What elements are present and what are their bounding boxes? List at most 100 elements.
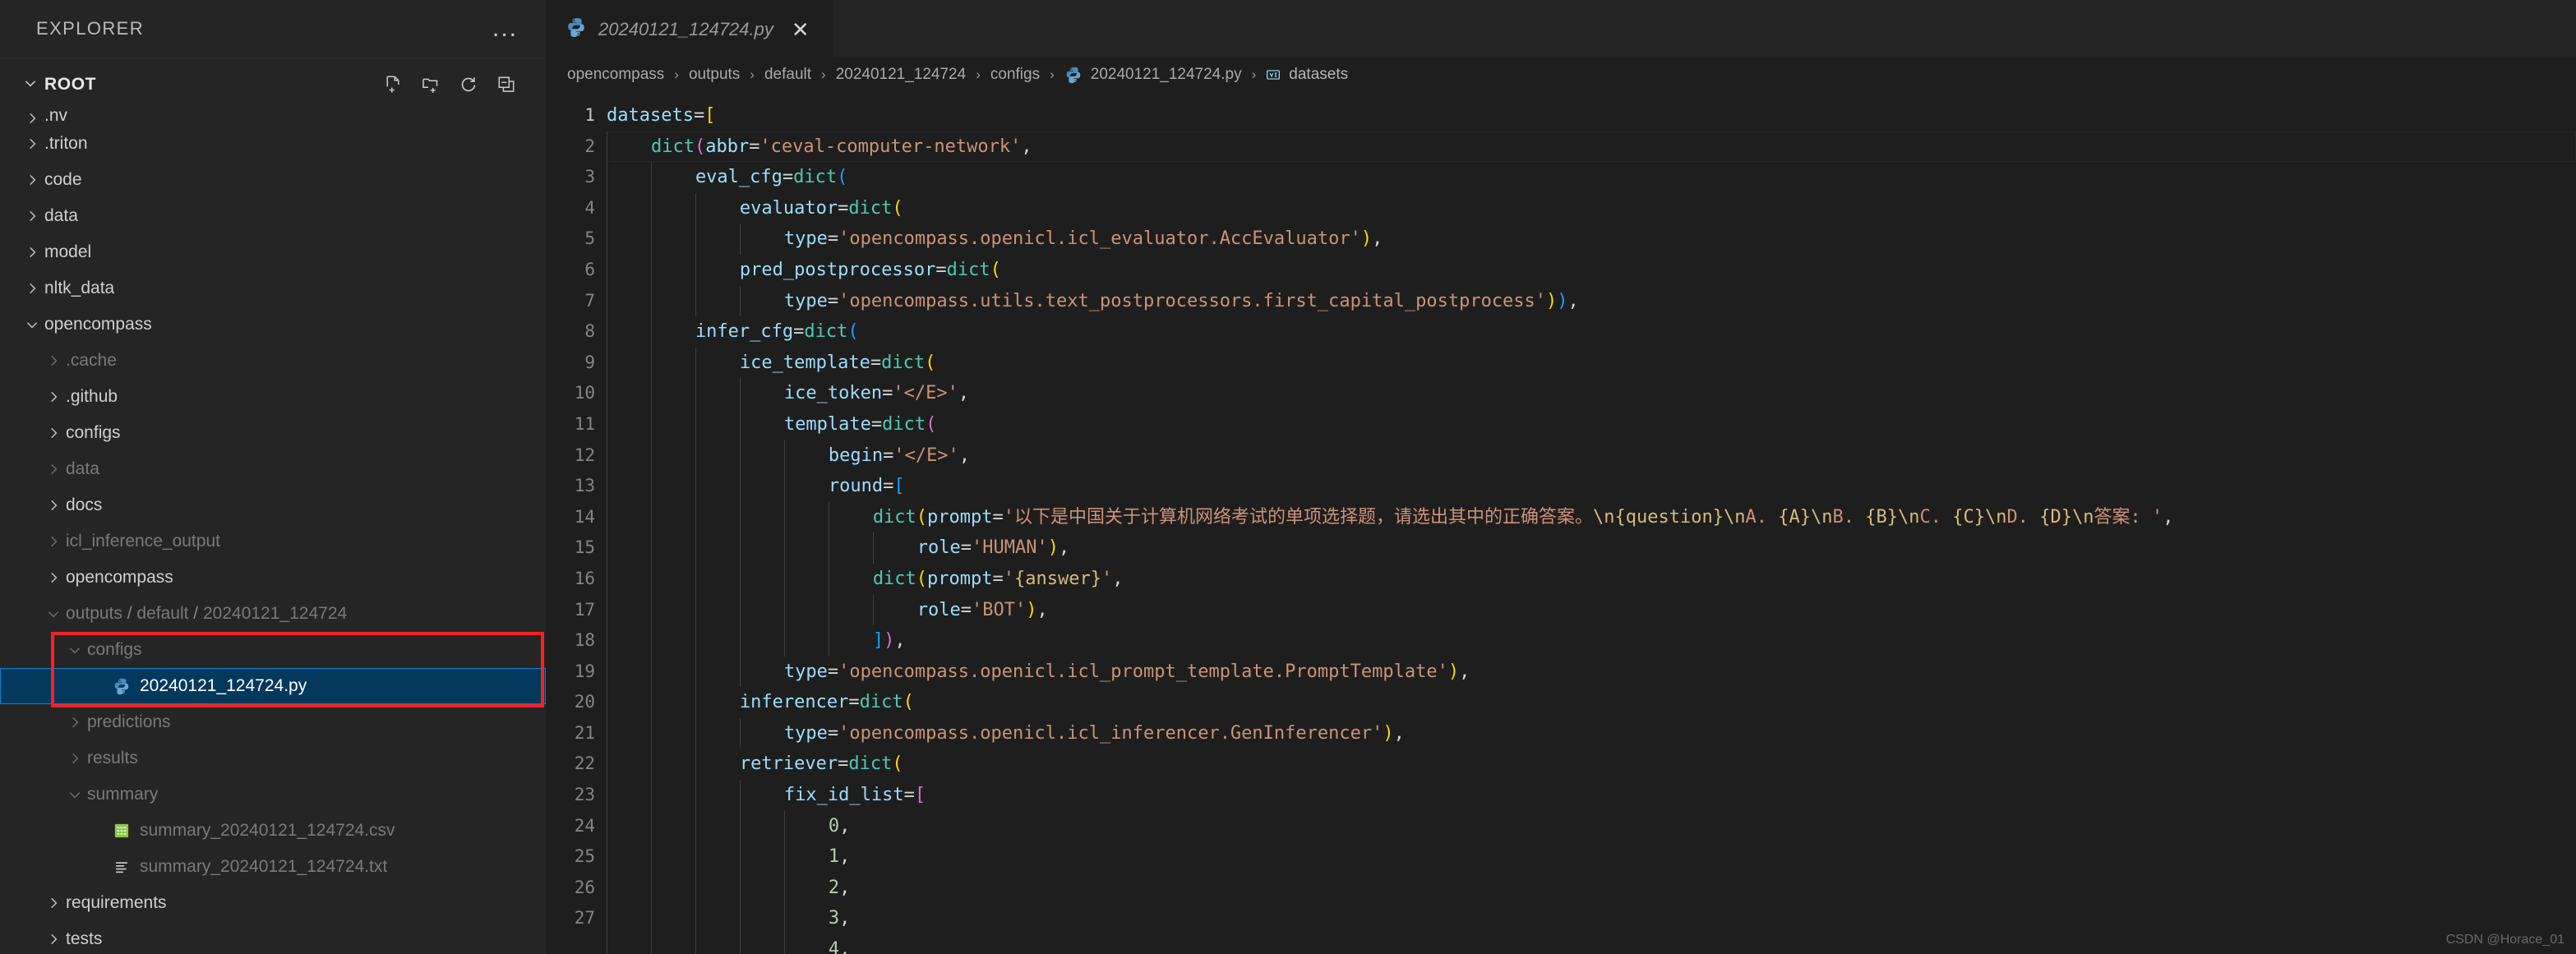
chevron-right-icon[interactable] (20, 173, 44, 187)
chevron-right-icon[interactable] (62, 715, 87, 730)
file-tree-item[interactable]: configs (0, 415, 546, 451)
code-line[interactable]: ice_token='</E>', (607, 378, 2576, 409)
chevron-right-icon[interactable] (41, 896, 66, 910)
chevron-right-icon[interactable] (20, 209, 44, 224)
editor-tab[interactable]: 20240121_124724.py ✕ (546, 0, 833, 58)
file-tree-item[interactable]: .cache (0, 343, 546, 379)
chevron-right-icon[interactable] (20, 245, 44, 260)
file-tree-item[interactable]: outputs / default / 20240121_124724 (0, 596, 546, 632)
code-line[interactable]: ice_template=dict( (607, 347, 2576, 379)
file-tree-item[interactable]: code (0, 162, 546, 198)
code-line[interactable]: type='opencompass.utils.text_postprocess… (607, 285, 2576, 317)
chevron-right-icon[interactable] (20, 136, 44, 151)
file-tree-item[interactable]: icl_inference_output (0, 523, 546, 560)
file-tree-item[interactable]: model (0, 234, 546, 270)
chevron-down-icon[interactable] (62, 643, 87, 657)
file-tree-item[interactable]: nltk_data (0, 270, 546, 306)
file-tree-item[interactable]: summary_20240121_124724.csv (0, 813, 546, 849)
code-line[interactable]: dict(prompt='{answer}', (607, 563, 2576, 595)
code-line[interactable]: inferencer=dict( (607, 687, 2576, 718)
explorer-title: EXPLORER (36, 18, 145, 39)
code-line[interactable]: type='opencompass.openicl.icl_inferencer… (607, 717, 2576, 749)
file-tree[interactable]: .nv .triton code data model nltk_data opencomp… (0, 111, 546, 954)
code-line[interactable]: role='BOT'), (607, 594, 2576, 626)
chevron-right-icon[interactable] (20, 111, 44, 126)
collapse-all-icon[interactable] (496, 75, 516, 94)
code-line[interactable]: type='opencompass.openicl.icl_evaluator.… (607, 224, 2576, 255)
code-line[interactable]: 2, (607, 872, 2576, 904)
chevron-right-icon[interactable] (41, 534, 66, 549)
chevron-right-icon[interactable] (62, 751, 87, 766)
code-line[interactable]: eval_cfg=dict( (607, 162, 2576, 193)
file-tree-item[interactable]: tests (0, 921, 546, 954)
chevron-right-icon[interactable] (41, 570, 66, 585)
explorer-overflow-icon[interactable]: ... (492, 16, 518, 41)
breadcrumb-item[interactable]: 20240121_124724.py (1064, 66, 1242, 84)
file-tree-item[interactable]: summary (0, 777, 546, 813)
file-tree-item[interactable]: docs (0, 487, 546, 523)
file-tree-item[interactable]: data (0, 451, 546, 487)
file-tree-item[interactable]: data (0, 198, 546, 234)
code-line[interactable]: 3, (607, 903, 2576, 935)
code-line[interactable]: fix_id_list=[ (607, 780, 2576, 811)
file-tree-item-selected[interactable]: 20240121_124724.py (0, 668, 546, 704)
chevron-down-icon[interactable] (62, 787, 87, 802)
breadcrumb-item[interactable]: 20240121_124724 (836, 66, 967, 84)
breadcrumb[interactable]: opencompass › outputs › default › 20240121_124… (546, 58, 2576, 92)
code-line[interactable]: evaluator=dict( (607, 192, 2576, 224)
line-number: 18 (574, 630, 595, 651)
file-tree-item-label: results (87, 749, 138, 767)
new-file-icon[interactable] (383, 75, 403, 94)
chevron-down-icon (16, 76, 44, 94)
file-tree-item-label: requirements (66, 893, 167, 912)
file-tree-item[interactable]: .triton (0, 126, 546, 162)
file-tree-item[interactable]: .github (0, 379, 546, 415)
refresh-icon[interactable] (459, 75, 478, 94)
chevron-down-icon[interactable] (41, 606, 66, 621)
code-line[interactable]: datasets=[ (607, 100, 2576, 163)
line-number: 21 (574, 722, 595, 743)
chevron-right-icon[interactable] (41, 353, 66, 368)
code-line[interactable]: template=dict( (607, 408, 2576, 440)
chevron-right-icon[interactable] (41, 498, 66, 513)
chevron-down-icon[interactable] (20, 317, 44, 332)
file-tree-item[interactable]: predictions (0, 704, 546, 740)
code-line[interactable]: infer_cfg=dict( (607, 316, 2576, 348)
chevron-right-icon[interactable] (41, 462, 66, 477)
code-line[interactable]: type='opencompass.openicl.icl_prompt_tem… (607, 656, 2576, 688)
code-editor[interactable]: 1 2 3 4 5 6 7 8 9 10 11 12 13 14 15 16 17 18 19 20 21 22 23 24 2… (546, 92, 2576, 954)
code-line[interactable]: 4, (607, 934, 2576, 954)
file-tree-item[interactable]: summary_20240121_124724.txt (0, 849, 546, 885)
code-line[interactable]: 0, (607, 810, 2576, 842)
breadcrumb-item[interactable]: opencompass (567, 66, 664, 84)
code-line[interactable]: dict(abbr='ceval-computer-network', (607, 131, 2576, 163)
file-tree-item[interactable]: requirements (0, 885, 546, 921)
chevron-right-icon[interactable] (41, 426, 66, 440)
breadcrumb-item[interactable]: datasets (1266, 66, 1348, 84)
file-tree-item[interactable]: opencompass (0, 560, 546, 596)
file-tree-item-label: .cache (66, 351, 117, 370)
file-tree-item[interactable]: configs (0, 632, 546, 668)
chevron-right-icon[interactable] (41, 932, 66, 947)
breadcrumb-item[interactable]: default (764, 66, 811, 84)
code-line[interactable]: role='HUMAN'), (607, 532, 2576, 564)
code-line[interactable]: pred_postprocessor=dict( (607, 254, 2576, 286)
file-tree-item[interactable]: results (0, 740, 546, 777)
chevron-right-icon[interactable] (20, 281, 44, 296)
line-number: 9 (584, 352, 595, 372)
code-line[interactable]: retriever=dict( (607, 749, 2576, 781)
breadcrumb-item[interactable]: outputs (689, 66, 740, 84)
code-line[interactable]: dict(prompt='以下是中国关于计算机网络考试的单项选择题，请选出其中的… (607, 501, 2576, 533)
chevron-right-icon[interactable] (41, 389, 66, 404)
root-folder-header[interactable]: ROOT (0, 58, 546, 111)
code-line[interactable]: round=[ (607, 471, 2576, 502)
code-line[interactable]: begin='</E>', (607, 440, 2576, 472)
breadcrumb-item[interactable]: configs (990, 66, 1040, 84)
code-lines[interactable]: datasets=[dict(abbr='ceval-computer-netw… (607, 92, 2576, 954)
code-line[interactable]: ]), (607, 625, 2576, 657)
code-line[interactable]: 1, (607, 841, 2576, 873)
file-tree-item[interactable]: .nv (0, 111, 546, 126)
new-folder-icon[interactable] (421, 75, 441, 94)
file-tree-item[interactable]: opencompass (0, 306, 546, 343)
close-icon[interactable]: ✕ (785, 19, 816, 40)
